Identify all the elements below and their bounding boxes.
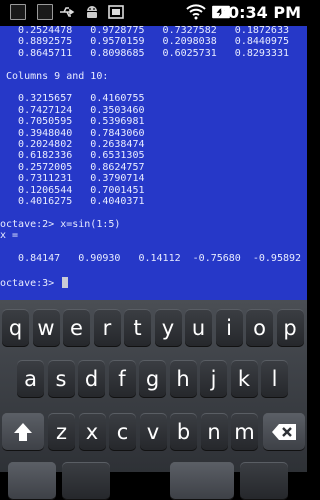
text-cursor (62, 276, 69, 288)
key-l[interactable]: l (261, 360, 288, 398)
terminal-line: 0.8645711 0.8098685 0.6025731 0.8293331 (0, 47, 289, 59)
key-label: f (118, 367, 126, 391)
bottom-row-key[interactable] (8, 462, 56, 500)
key-label: n (207, 420, 221, 444)
android-debug-icon (87, 6, 97, 18)
key-i[interactable]: i (215, 309, 243, 347)
key-h[interactable]: h (169, 360, 197, 398)
terminal-output[interactable]: 0.2524478 0.9728775 0.7327582 0.1872633 … (0, 26, 307, 300)
bottom-row-key[interactable] (240, 462, 288, 500)
key-label: p (283, 316, 297, 340)
key-q[interactable]: q (2, 309, 29, 347)
key-f[interactable]: f (108, 360, 136, 398)
terminal-line: 0.7311231 0.3790714 (0, 173, 145, 185)
key-label: l (271, 367, 278, 391)
key-b[interactable]: b (170, 413, 197, 451)
terminal-line: 0.7050595 0.5396981 (0, 116, 145, 128)
terminal-line: 0.1206544 0.7001451 (0, 184, 145, 196)
delete-key[interactable] (263, 413, 305, 451)
terminal-line: 0.7427124 0.3503460 (0, 104, 145, 116)
key-label: v (146, 420, 160, 444)
key-label: k (237, 367, 251, 391)
key-label: m (234, 420, 255, 444)
terminal-line: Columns 9 and 10: (0, 70, 109, 82)
key-label: o (253, 316, 266, 340)
shift-arrow-icon (14, 423, 32, 441)
key-label: s (55, 367, 67, 391)
terminal-line: 0.2024802 0.2638474 (0, 139, 145, 150)
terminal-line: x = (0, 230, 19, 242)
terminal-line: 0.2572005 0.8624757 (0, 161, 145, 173)
terminal-line: 0.8892575 0.9570159 0.2098038 0.8440975 (0, 36, 289, 48)
key-label: i (226, 316, 232, 340)
usb-icon (60, 7, 75, 17)
key-label: g (145, 367, 160, 391)
key-a[interactable]: a (17, 360, 44, 398)
wifi-icon (186, 4, 206, 20)
key-label: w (37, 316, 55, 340)
key-t[interactable]: t (124, 309, 151, 347)
key-label: b (176, 420, 191, 444)
terminal-line: 0.84147 0.90930 0.14112 -0.75680 -0.9589… (0, 253, 302, 264)
key-m[interactable]: m (231, 413, 258, 451)
clock-time: 10:34 PM (216, 3, 301, 22)
prompt-line: octave:3> (0, 276, 69, 289)
key-label: q (8, 316, 23, 340)
terminal-line: 0.3215657 0.4160755 (0, 93, 145, 105)
key-p[interactable]: p (276, 309, 304, 347)
key-j[interactable]: j (200, 360, 227, 398)
screenshot-icon (108, 5, 124, 19)
key-label: x (85, 420, 99, 444)
checkbox-icon (37, 4, 53, 20)
key-label: r (102, 316, 112, 340)
key-g[interactable]: g (139, 360, 166, 398)
key-label: y (161, 316, 175, 340)
key-d[interactable]: d (78, 360, 105, 398)
key-label: z (55, 420, 68, 444)
key-label: u (191, 316, 206, 340)
key-label: j (210, 367, 217, 391)
key-y[interactable]: y (154, 309, 182, 347)
bottom-row-key[interactable] (170, 462, 234, 500)
prompt-line: octave:2> x=sin(1:5) (0, 218, 121, 230)
checkbox-icon (10, 4, 26, 20)
key-e[interactable]: e (63, 309, 90, 347)
bottom-row-key[interactable] (62, 462, 110, 500)
key-n[interactable]: n (200, 413, 228, 451)
key-label: c (116, 420, 129, 444)
terminal-line: 0.2524478 0.9728775 0.7327582 0.1872633 (0, 26, 289, 36)
terminal-line: 0.6182336 0.6531305 (0, 150, 145, 162)
key-label: h (176, 367, 190, 391)
key-s[interactable]: s (47, 360, 75, 398)
key-v[interactable]: v (139, 413, 167, 451)
key-c[interactable]: c (109, 413, 136, 451)
key-label: t (133, 316, 142, 340)
status-bar: 10:34 PM (0, 0, 307, 26)
terminal-line: 0.4016275 0.4040371 (0, 196, 145, 207)
terminal-line: 0.3948040 0.7843060 (0, 127, 145, 139)
key-label: d (84, 367, 99, 391)
soft-keyboard: qwertyuiop asdfghjkl zxcvbnm (0, 300, 307, 500)
key-w[interactable]: w (32, 309, 60, 347)
key-label: a (24, 367, 37, 391)
backspace-icon (272, 424, 296, 440)
key-z[interactable]: z (48, 413, 75, 451)
key-r[interactable]: r (93, 309, 121, 347)
key-x[interactable]: x (78, 413, 106, 451)
key-u[interactable]: u (185, 309, 212, 347)
key-o[interactable]: o (246, 309, 273, 347)
key-k[interactable]: k (230, 360, 258, 398)
shift-key[interactable] (2, 413, 44, 451)
key-label: e (70, 316, 83, 340)
